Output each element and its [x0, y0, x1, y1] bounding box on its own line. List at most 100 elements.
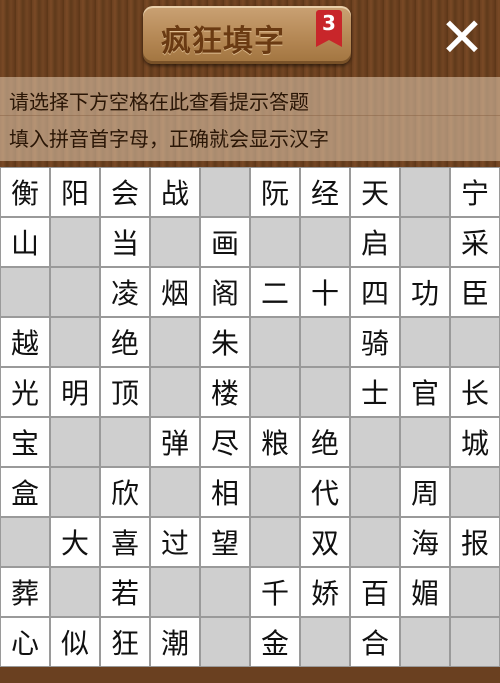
- blank-cell: [150, 217, 200, 267]
- grid-cell[interactable]: 弹: [150, 417, 200, 467]
- grid-cell[interactable]: 报: [450, 517, 500, 567]
- grid-cell[interactable]: 宝: [0, 417, 50, 467]
- grid-cell[interactable]: 当: [100, 217, 150, 267]
- grid-cell[interactable]: 过: [150, 517, 200, 567]
- grid-cell[interactable]: 狂: [100, 617, 150, 667]
- grid-cell[interactable]: 绝: [100, 317, 150, 367]
- blank-cell: [100, 417, 150, 467]
- grid-cell[interactable]: 明: [50, 367, 100, 417]
- blank-cell: [200, 567, 250, 617]
- close-button[interactable]: ✕: [437, 11, 487, 65]
- grid-cell[interactable]: 启: [350, 217, 400, 267]
- hint-line-2: 填入拼音首字母，正确就会显示汉字: [9, 127, 329, 151]
- grid-cell[interactable]: 大: [50, 517, 100, 567]
- blank-cell: [150, 317, 200, 367]
- grid-cell[interactable]: 顶: [100, 367, 150, 417]
- blank-cell: [50, 417, 100, 467]
- grid-cell[interactable]: 烟: [150, 267, 200, 317]
- grid-cell[interactable]: 天: [350, 167, 400, 217]
- blank-cell: [50, 567, 100, 617]
- blank-cell: [250, 517, 300, 567]
- game-screen: 疯狂填字 3 ✕ 请选择下方空格在此查看提示答题 填入拼音首字母，正确就会显示汉…: [0, 0, 500, 683]
- blank-cell: [450, 317, 500, 367]
- grid-cell[interactable]: 长: [450, 367, 500, 417]
- grid-cell[interactable]: 盒: [0, 467, 50, 517]
- blank-cell: [400, 167, 450, 217]
- blank-cell: [150, 467, 200, 517]
- grid-cell[interactable]: 画: [200, 217, 250, 267]
- footer-bar: [0, 667, 500, 683]
- grid-cell[interactable]: 相: [200, 467, 250, 517]
- hint-divider: [0, 115, 500, 116]
- grid-cell[interactable]: 望: [200, 517, 250, 567]
- grid-cell[interactable]: 似: [50, 617, 100, 667]
- blank-cell: [400, 417, 450, 467]
- grid-cell[interactable]: 采: [450, 217, 500, 267]
- grid-cell[interactable]: 海: [400, 517, 450, 567]
- blank-cell: [200, 167, 250, 217]
- blank-cell: [250, 317, 300, 367]
- blank-cell: [0, 517, 50, 567]
- grid-cell[interactable]: 绝: [300, 417, 350, 467]
- blank-cell: [50, 267, 100, 317]
- grid-cell[interactable]: 阮: [250, 167, 300, 217]
- blank-cell: [450, 567, 500, 617]
- grid-cell[interactable]: 衡: [0, 167, 50, 217]
- grid-cell[interactable]: 千: [250, 567, 300, 617]
- grid-cell[interactable]: 合: [350, 617, 400, 667]
- grid-cell[interactable]: 周: [400, 467, 450, 517]
- blank-cell: [250, 467, 300, 517]
- grid-cell[interactable]: 喜: [100, 517, 150, 567]
- level-badge: 3: [316, 10, 342, 47]
- grid-cell[interactable]: 官: [400, 367, 450, 417]
- grid-cell[interactable]: 双: [300, 517, 350, 567]
- grid-cell[interactable]: 骑: [350, 317, 400, 367]
- grid-cell[interactable]: 百: [350, 567, 400, 617]
- grid-cell[interactable]: 金: [250, 617, 300, 667]
- grid-cell[interactable]: 粮: [250, 417, 300, 467]
- grid-cell[interactable]: 士: [350, 367, 400, 417]
- blank-cell: [300, 317, 350, 367]
- grid-cell[interactable]: 娇: [300, 567, 350, 617]
- blank-cell: [300, 217, 350, 267]
- grid-cell[interactable]: 潮: [150, 617, 200, 667]
- grid-cell[interactable]: 山: [0, 217, 50, 267]
- blank-cell: [150, 367, 200, 417]
- grid-cell[interactable]: 欣: [100, 467, 150, 517]
- grid-cell[interactable]: 功: [400, 267, 450, 317]
- grid-cell[interactable]: 越: [0, 317, 50, 367]
- blank-cell: [450, 617, 500, 667]
- grid-cell[interactable]: 臣: [450, 267, 500, 317]
- grid-cell[interactable]: 代: [300, 467, 350, 517]
- blank-cell: [200, 617, 250, 667]
- grid-cell[interactable]: 阳: [50, 167, 100, 217]
- grid-cell[interactable]: 心: [0, 617, 50, 667]
- grid-cell[interactable]: 媚: [400, 567, 450, 617]
- grid-cell[interactable]: 战: [150, 167, 200, 217]
- hint-panel: 请选择下方空格在此查看提示答题 填入拼音首字母，正确就会显示汉字: [0, 77, 500, 161]
- blank-cell: [300, 367, 350, 417]
- game-title: 疯狂填字: [161, 24, 285, 59]
- grid-cell[interactable]: 四: [350, 267, 400, 317]
- grid-cell[interactable]: 阁: [200, 267, 250, 317]
- blank-cell: [400, 217, 450, 267]
- blank-cell: [250, 367, 300, 417]
- grid-cell[interactable]: 楼: [200, 367, 250, 417]
- grid-cell[interactable]: 凌: [100, 267, 150, 317]
- grid-cell[interactable]: 葬: [0, 567, 50, 617]
- grid-cell[interactable]: 尽: [200, 417, 250, 467]
- grid-cell[interactable]: 光: [0, 367, 50, 417]
- blank-cell: [0, 267, 50, 317]
- grid-cell[interactable]: 朱: [200, 317, 250, 367]
- hint-line-1: 请选择下方空格在此查看提示答题: [9, 90, 309, 114]
- grid-cell[interactable]: 宁: [450, 167, 500, 217]
- blank-cell: [50, 217, 100, 267]
- header: 疯狂填字 3 ✕: [0, 0, 500, 75]
- grid-cell[interactable]: 城: [450, 417, 500, 467]
- grid-cell[interactable]: 二: [250, 267, 300, 317]
- grid-cell[interactable]: 会: [100, 167, 150, 217]
- blank-cell: [350, 417, 400, 467]
- grid-cell[interactable]: 十: [300, 267, 350, 317]
- grid-cell[interactable]: 若: [100, 567, 150, 617]
- grid-cell[interactable]: 经: [300, 167, 350, 217]
